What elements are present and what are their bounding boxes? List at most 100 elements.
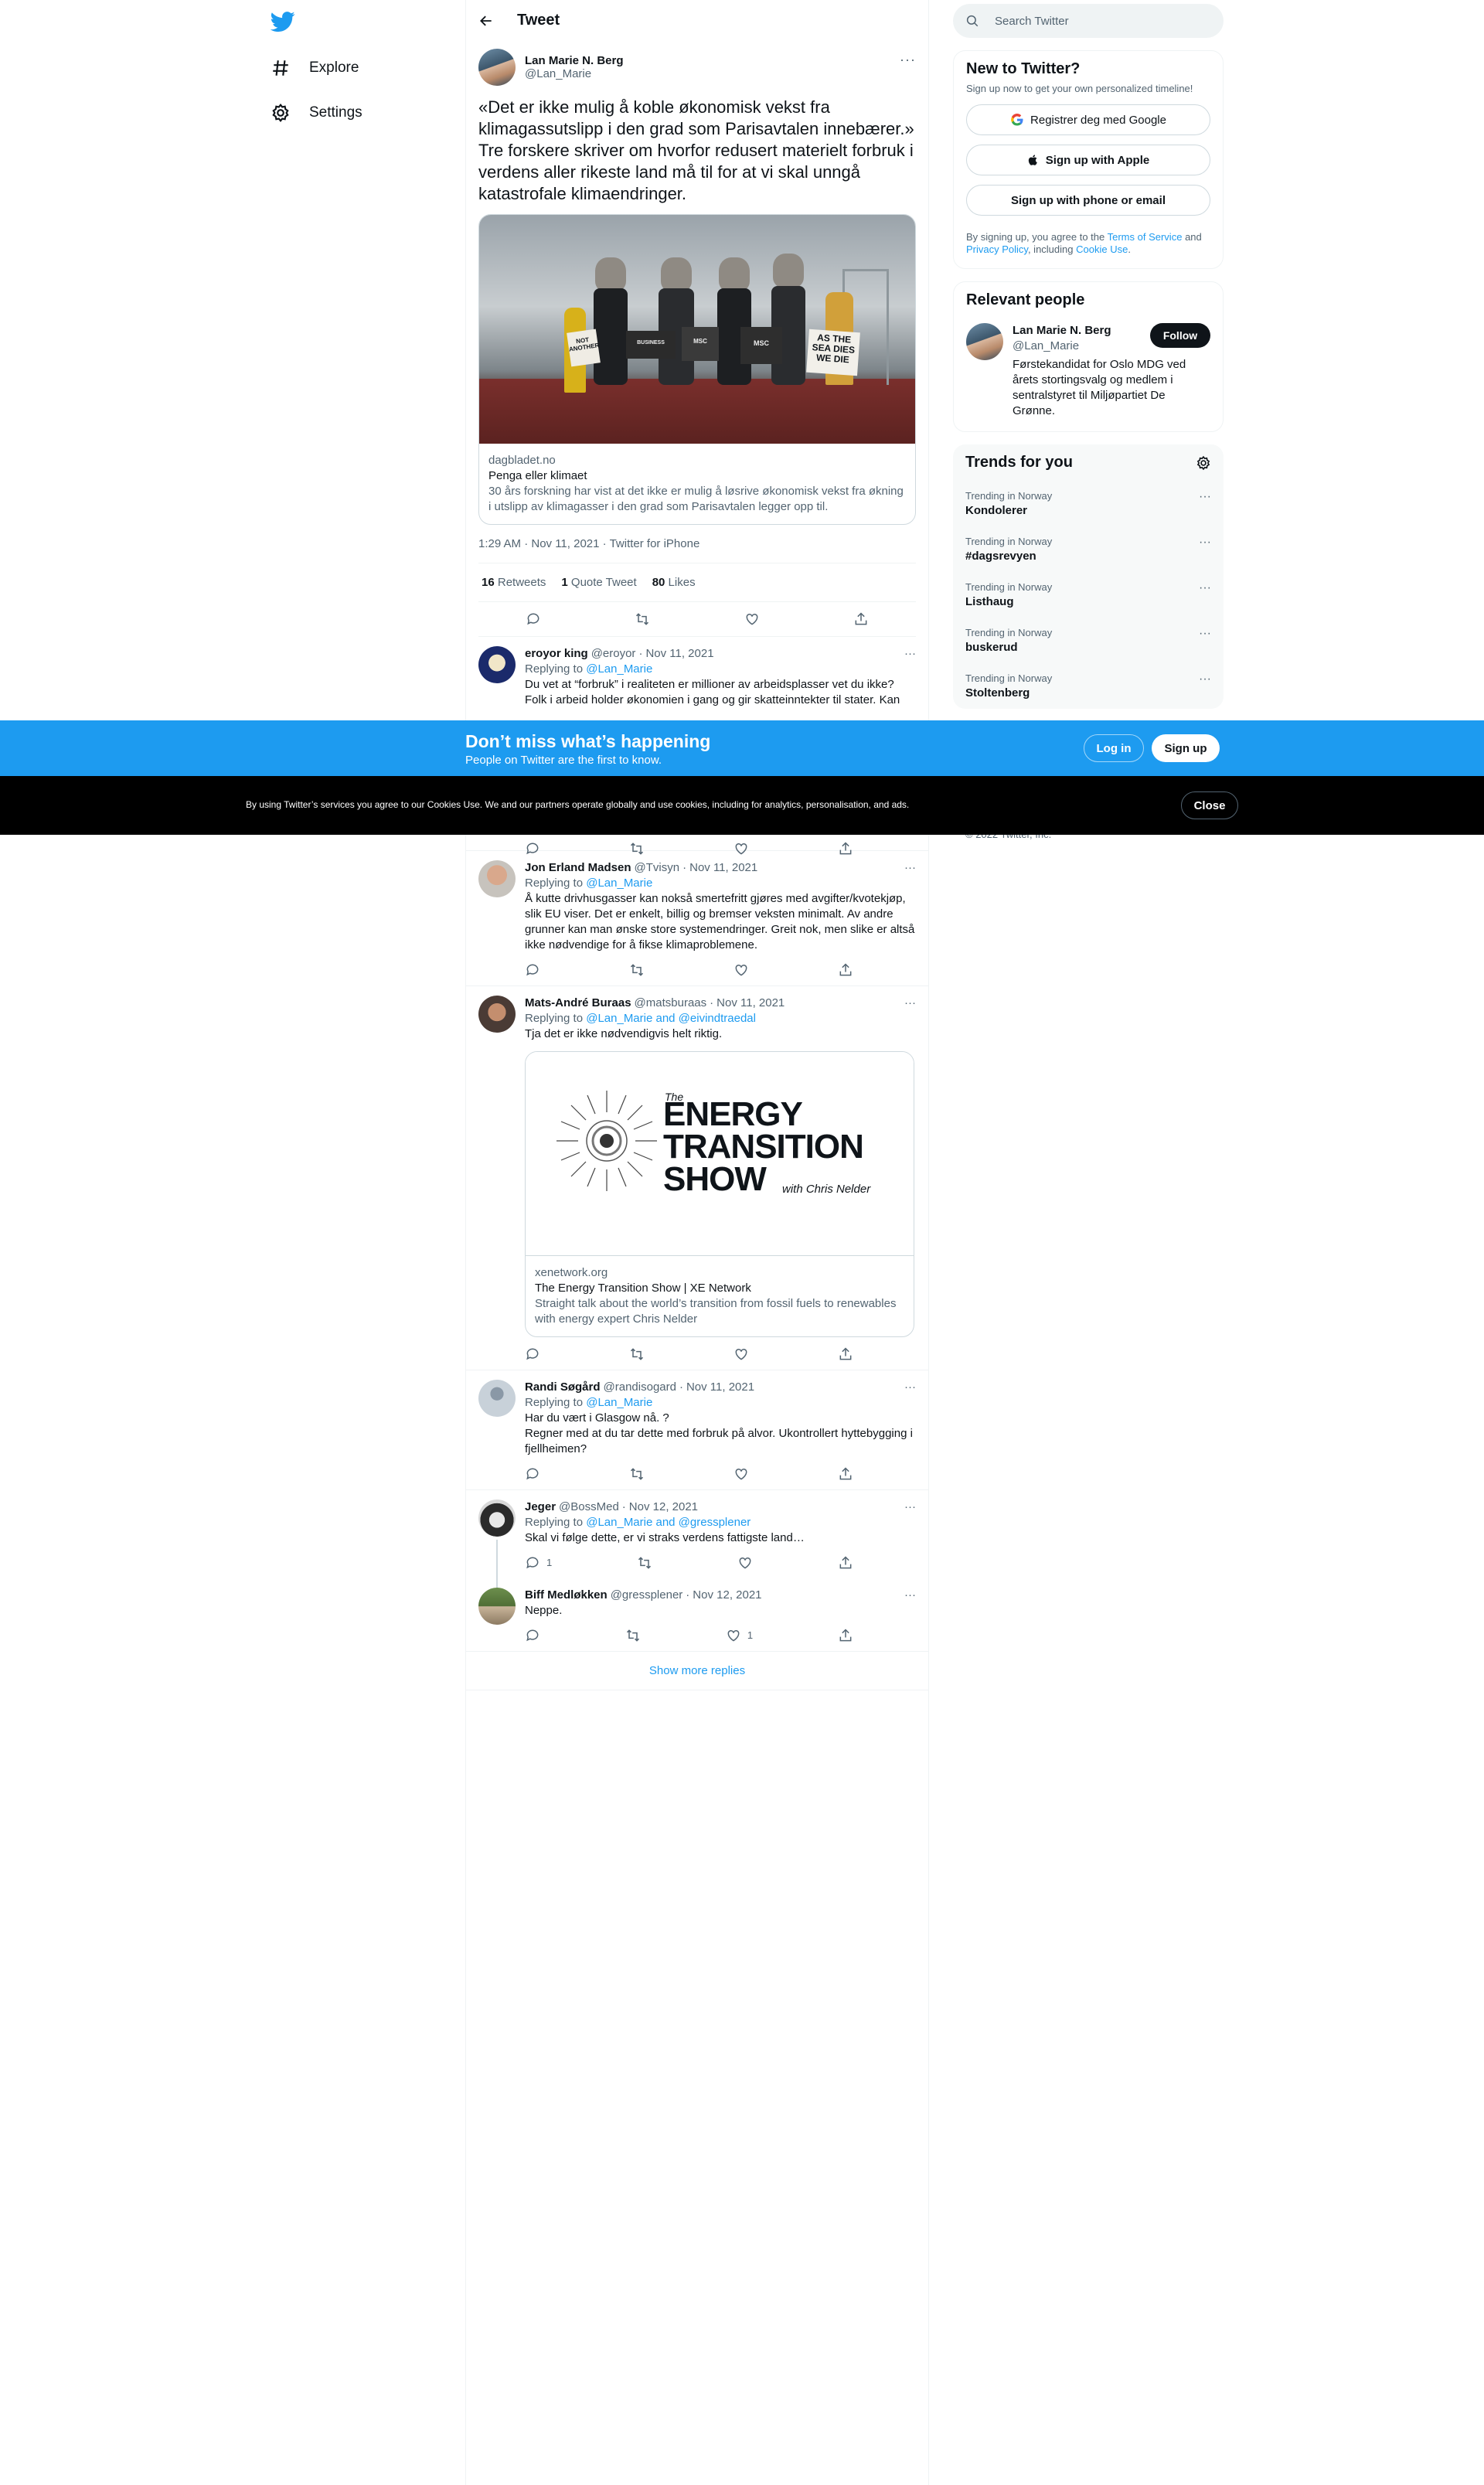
- google-signup-button[interactable]: Registrer deg med Google: [966, 104, 1210, 135]
- trend-item[interactable]: Trending in Norway Kondolerer ···: [965, 481, 1211, 526]
- retweet-icon[interactable]: [629, 1346, 645, 1362]
- avatar[interactable]: [478, 996, 516, 1033]
- reply-date[interactable]: Nov 12, 2021: [629, 1500, 698, 1515]
- nav-explore[interactable]: Explore: [271, 53, 359, 83]
- avatar[interactable]: [478, 49, 516, 86]
- reply-tweet[interactable]: Jeger @BossMed · Nov 12, 2021 ··· Replying t…: [466, 1490, 928, 1588]
- reply-date[interactable]: Nov 11, 2021: [689, 860, 757, 876]
- reply-icon[interactable]: [525, 962, 540, 978]
- author-handle[interactable]: @Lan_Marie: [525, 67, 624, 80]
- replying-to-link[interactable]: @Lan_Marie: [586, 662, 652, 676]
- trend-item[interactable]: Trending in Norway Stoltenberg ···: [965, 663, 1211, 709]
- retweet-icon[interactable]: [625, 1628, 641, 1643]
- reply-tweet[interactable]: Randi Søgård @randisogard · Nov 11, 2021 ···…: [466, 1370, 928, 1490]
- reply-author-name[interactable]: eroyor king: [525, 646, 588, 662]
- show-more-replies-button[interactable]: Show more replies: [466, 1652, 928, 1690]
- login-button[interactable]: Log in: [1084, 734, 1144, 762]
- twitter-logo-icon[interactable]: [271, 9, 295, 34]
- reply-icon[interactable]: 1: [525, 1555, 552, 1571]
- person-handle[interactable]: @Lan_Marie: [1013, 339, 1111, 354]
- trend-item[interactable]: Trending in Norway Listhaug ···: [965, 572, 1211, 618]
- relevant-person[interactable]: Lan Marie N. Berg @Lan_Marie Follow Førs…: [966, 323, 1210, 419]
- likes-stat[interactable]: 80 Likes: [652, 576, 696, 589]
- more-options-icon[interactable]: ···: [904, 860, 916, 876]
- terms-link[interactable]: Terms of Service: [1108, 231, 1183, 243]
- avatar[interactable]: [478, 1500, 516, 1537]
- reply-author-handle[interactable]: @eroyor: [591, 646, 636, 662]
- apple-signup-button[interactable]: Sign up with Apple: [966, 145, 1210, 175]
- share-icon[interactable]: [838, 1466, 853, 1482]
- gear-icon[interactable]: [1196, 455, 1211, 471]
- reply-icon[interactable]: [525, 1346, 540, 1362]
- privacy-link[interactable]: Privacy Policy: [966, 243, 1028, 255]
- avatar[interactable]: [478, 1588, 516, 1625]
- quotes-stat[interactable]: 1 Quote Tweet: [561, 576, 636, 589]
- reply-author-name[interactable]: Mats-André Buraas: [525, 996, 631, 1011]
- link-card[interactable]: NOT ANOTHER BUSINESS MSC MSC AS THE SEA …: [478, 214, 916, 525]
- like-icon[interactable]: [737, 1555, 753, 1571]
- reply-icon[interactable]: [525, 1466, 540, 1482]
- reply-date[interactable]: Nov 11, 2021: [686, 1380, 754, 1395]
- reply-author-handle[interactable]: @Tvisyn: [635, 860, 680, 876]
- more-options-icon[interactable]: ···: [904, 646, 916, 662]
- more-options-icon[interactable]: ···: [1199, 490, 1211, 517]
- back-arrow-icon[interactable]: [478, 13, 494, 29]
- share-icon[interactable]: [838, 962, 853, 978]
- avatar[interactable]: [478, 1380, 516, 1417]
- more-options-icon[interactable]: ···: [904, 996, 916, 1011]
- signup-button[interactable]: Sign up: [1152, 734, 1220, 762]
- retweet-icon[interactable]: [635, 611, 650, 627]
- tweet-source[interactable]: Twitter for iPhone: [610, 537, 700, 550]
- author-name[interactable]: Lan Marie N. Berg: [525, 54, 624, 67]
- cookie-close-button[interactable]: Close: [1181, 791, 1238, 819]
- phone-signup-button[interactable]: Sign up with phone or email: [966, 185, 1210, 216]
- follow-button[interactable]: Follow: [1150, 323, 1210, 348]
- trend-item[interactable]: Trending in Norway #dagsrevyen ···: [965, 526, 1211, 572]
- reply-date[interactable]: Nov 12, 2021: [693, 1588, 761, 1603]
- reply-tweet[interactable]: Biff Medløkken @gressplener · Nov 12, 2021 ·…: [466, 1578, 928, 1652]
- reply-tweet[interactable]: Jon Erland Madsen @Tvisyn · Nov 11, 2021 ···…: [466, 851, 928, 986]
- retweet-icon[interactable]: [629, 962, 645, 978]
- more-options-icon[interactable]: ···: [1199, 672, 1211, 700]
- retweet-icon[interactable]: [629, 1466, 645, 1482]
- more-options-icon[interactable]: ···: [1199, 536, 1211, 563]
- avatar[interactable]: [966, 323, 1003, 360]
- like-icon[interactable]: [733, 1346, 749, 1362]
- like-icon[interactable]: [733, 1466, 749, 1482]
- cookie-link[interactable]: Cookie Use: [1076, 243, 1128, 255]
- trend-item[interactable]: Trending in Norway buskerud ···: [965, 618, 1211, 663]
- replying-to-link[interactable]: @Lan_Marie: [586, 1396, 652, 1409]
- search-input[interactable]: Search Twitter: [995, 15, 1069, 28]
- like-icon[interactable]: [733, 962, 749, 978]
- avatar[interactable]: [478, 646, 516, 683]
- reply-author-name[interactable]: Randi Søgård: [525, 1380, 601, 1395]
- avatar[interactable]: [478, 860, 516, 897]
- reply-date[interactable]: Nov 11, 2021: [716, 996, 785, 1011]
- more-options-icon[interactable]: ···: [904, 1500, 916, 1515]
- more-options-icon[interactable]: ···: [1199, 581, 1211, 608]
- replying-to-link[interactable]: @Lan_Marie and @gressplener: [586, 1516, 751, 1529]
- replying-to-link[interactable]: @Lan_Marie and @eivindtraedal: [586, 1012, 756, 1025]
- replying-to-link[interactable]: @Lan_Marie: [586, 877, 652, 890]
- more-options-icon[interactable]: ···: [1199, 627, 1211, 654]
- share-icon[interactable]: [838, 1628, 853, 1643]
- nav-settings[interactable]: Settings: [271, 97, 362, 128]
- reply-icon[interactable]: [526, 611, 541, 627]
- reply-author-name[interactable]: Biff Medløkken: [525, 1588, 608, 1603]
- reply-date[interactable]: Nov 11, 2021: [645, 646, 713, 662]
- more-options-icon[interactable]: ···: [904, 1588, 916, 1603]
- share-icon[interactable]: [838, 1346, 853, 1362]
- reply-author-handle[interactable]: @matsburaas: [635, 996, 707, 1011]
- like-icon[interactable]: [744, 611, 760, 627]
- search-bar[interactable]: Search Twitter: [953, 4, 1224, 38]
- share-icon[interactable]: [838, 1555, 853, 1571]
- reply-author-handle[interactable]: @randisogard: [604, 1380, 676, 1395]
- retweet-icon[interactable]: [637, 1555, 652, 1571]
- share-icon[interactable]: [853, 611, 869, 627]
- reply-icon[interactable]: [525, 1628, 540, 1643]
- reply-author-name[interactable]: Jon Erland Madsen: [525, 860, 631, 876]
- more-options-icon[interactable]: ···: [904, 1380, 916, 1395]
- more-options-icon[interactable]: ···: [900, 52, 916, 68]
- reply-tweet[interactable]: Mats-André Buraas @matsburaas · Nov 11, 202…: [466, 986, 928, 1370]
- person-name[interactable]: Lan Marie N. Berg: [1013, 323, 1111, 339]
